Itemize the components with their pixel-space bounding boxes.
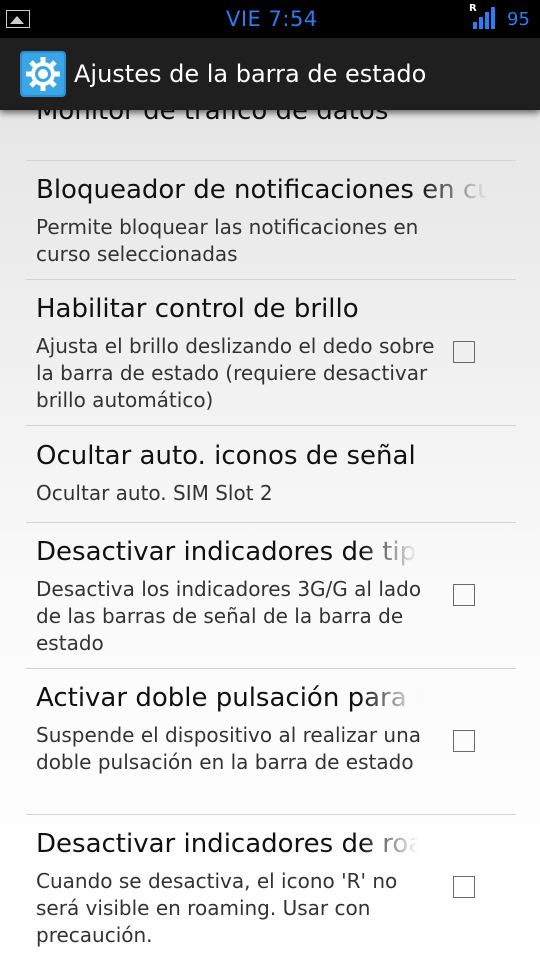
pref-double-tap-sleep[interactable]: Activar doble pulsación para suspender S… xyxy=(0,669,540,814)
pref-brightness-control[interactable]: Habilitar control de brillo Ajusta el br… xyxy=(0,280,540,425)
pref-title: Ocultar auto. iconos de señal xyxy=(36,441,416,471)
pref-title: Habilitar control de brillo xyxy=(36,294,359,324)
double-tap-sleep-checkbox[interactable] xyxy=(453,730,475,752)
preference-list: Monitor de tráfico de datos Bloqueador d… xyxy=(0,110,540,960)
pref-summary: Desactiva los indicadores 3G/G al lado d… xyxy=(36,577,422,655)
pref-disable-data-type-indicators[interactable]: Desactivar indicadores de tipo de datos … xyxy=(0,523,540,668)
pref-title: Bloqueador de notificaciones en curso xyxy=(36,175,488,205)
signal-icon xyxy=(473,7,495,29)
pref-summary: Ocultar auto. SIM Slot 2 xyxy=(36,481,273,505)
pref-summary: Ajusta el brillo deslizando el dedo sobr… xyxy=(36,334,435,412)
pref-summary: Permite bloquear las notificaciones en c… xyxy=(36,215,419,266)
gallery-notification-icon xyxy=(6,10,30,28)
pref-title: Activar doble pulsación para suspender xyxy=(36,683,418,713)
pref-disable-roaming-indicators[interactable]: Desactivar indicadores de roaming Cuando… xyxy=(0,815,540,960)
brightness-control-checkbox[interactable] xyxy=(453,341,475,363)
roaming-indicators-checkbox[interactable] xyxy=(453,876,475,898)
pref-auto-hide-signal-icons[interactable]: Ocultar auto. iconos de señal Ocultar au… xyxy=(0,426,540,522)
pref-ongoing-notification-blocker[interactable]: Bloqueador de notificaciones en curso Pe… xyxy=(0,161,540,279)
page-title: Ajustes de la barra de estado xyxy=(74,60,427,88)
pref-title: Desactivar indicadores de roaming xyxy=(36,829,418,859)
pref-summary: Suspende el dispositivo al realizar una … xyxy=(36,723,422,774)
pref-data-traffic-monitor[interactable]: Monitor de tráfico de datos xyxy=(0,110,540,160)
data-type-indicators-checkbox[interactable] xyxy=(453,584,475,606)
status-time: VIE 7:54 xyxy=(226,7,318,31)
pref-title: Monitor de tráfico de datos xyxy=(36,110,389,126)
pref-summary: Cuando se desactiva, el icono 'R' no ser… xyxy=(36,869,398,947)
action-bar: Ajustes de la barra de estado xyxy=(0,38,540,110)
pref-title: Desactivar indicadores de tipo de datos xyxy=(36,537,418,567)
status-bar: VIE 7:54 R 95 xyxy=(0,0,540,38)
battery-level: 95 xyxy=(507,9,530,30)
settings-gear-icon[interactable] xyxy=(20,51,66,97)
